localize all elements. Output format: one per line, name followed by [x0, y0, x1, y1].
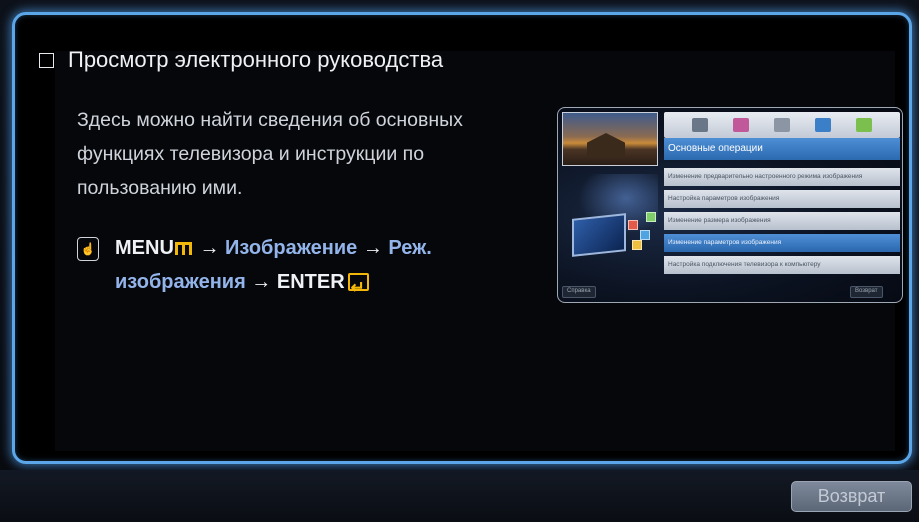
path-arrow: → — [193, 237, 226, 259]
preview-item: Настройка подключения телевизора к компь… — [664, 256, 900, 274]
path-arrow: → — [357, 237, 389, 259]
enter-key-icon — [347, 271, 369, 305]
tv-e-manual-screen: Просмотр электронного руководства Здесь … — [0, 0, 919, 522]
remote-hand-icon: ☝ — [77, 237, 99, 261]
checkbox-bullet-icon — [39, 52, 54, 68]
menu-path: ☝ MENU → Изображение → Реж. изображения →… — [77, 231, 517, 305]
network-icon — [814, 118, 831, 132]
menu-path-text: MENU → Изображение → Реж. изображения → E… — [77, 231, 517, 305]
gear-icon — [773, 118, 790, 132]
picture-category-icon — [733, 118, 750, 132]
preview-item: Изменение предварительно настроенного ре… — [664, 168, 900, 186]
picture-mode-link-part1[interactable]: Реж. — [388, 237, 431, 259]
content-panel: Просмотр электронного руководства Здесь … — [12, 12, 912, 464]
preview-item: Настройка параметров изображения — [664, 190, 900, 208]
landscape-photo — [562, 112, 658, 166]
menu-key-icon — [174, 242, 192, 255]
satellite-icon — [692, 118, 709, 132]
menu-key-label: MENU — [115, 237, 174, 259]
help-icon — [855, 118, 872, 132]
picture-mode-link-part2[interactable]: изображения — [115, 271, 246, 293]
preview-menu: Основные операции Изменение предваритель… — [664, 112, 900, 298]
preview-item-selected: Изменение параметров изображения — [664, 234, 900, 252]
path-arrow: → — [245, 271, 277, 293]
preview-category-title: Основные операции — [664, 138, 900, 160]
preview-item: Изменение размера изображения — [664, 212, 900, 230]
bottom-bar: Возврат — [0, 470, 919, 522]
media-cube-icon — [628, 220, 638, 230]
heading-text: Просмотр электронного руководства — [68, 47, 444, 72]
section-heading: Просмотр электронного руководства — [39, 47, 443, 73]
description-text: Здесь можно найти сведения об основных ф… — [77, 109, 463, 199]
preview-return-button: Возврат — [850, 286, 883, 298]
preview-icon-bar — [664, 112, 900, 138]
house-silhouette — [587, 133, 625, 157]
tv-illustration-icon — [572, 213, 626, 257]
media-cube-icon — [640, 230, 650, 240]
media-cube-icon — [632, 240, 642, 250]
preview-help-button: Справка — [562, 286, 596, 298]
preview-item-list: Изменение предварительно настроенного ре… — [664, 168, 900, 278]
picture-menu-link[interactable]: Изображение — [225, 237, 357, 259]
return-button[interactable]: Возврат — [791, 481, 912, 512]
menu-preview-image: Основные операции Изменение предваритель… — [557, 107, 903, 303]
enter-key-label: ENTER — [276, 271, 345, 293]
media-cube-icon — [646, 212, 656, 222]
